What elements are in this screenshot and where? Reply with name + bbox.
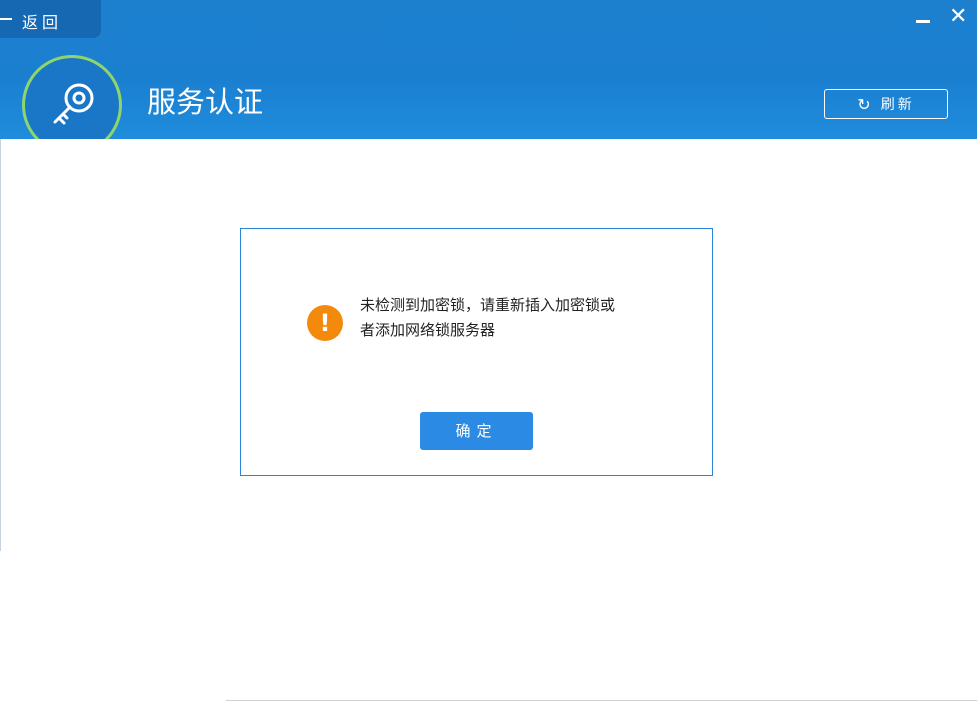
warning-icon: ! [307,305,343,341]
refresh-button[interactable]: ↻ 刷新 [824,89,948,119]
bottom-divider [226,700,977,701]
minimize-icon[interactable] [916,20,930,23]
alert-message: 未检测到加密锁，请重新插入加密锁或 者添加网络锁服务器 [360,293,680,343]
back-label: 返回 [22,13,63,32]
alert-dialog: ! 未检测到加密锁，请重新插入加密锁或 者添加网络锁服务器 确定 [240,228,713,476]
back-button[interactable]: 返回 [0,0,101,38]
ok-button[interactable]: 确定 [420,412,533,450]
refresh-label: 刷新 [880,97,915,113]
refresh-icon: ↻ [857,94,871,114]
alert-message-line1: 未检测到加密锁，请重新插入加密锁或 [360,296,616,314]
page-title: 服务认证 [147,85,264,119]
logo [22,55,122,139]
close-icon[interactable]: ✕ [949,6,967,28]
alert-message-line2: 者添加网络锁服务器 [360,321,496,339]
key-icon [53,83,94,125]
left-divider [0,139,1,551]
header-bar: 返回 ✕ 服务认证 ↻ 刷新 [0,0,977,139]
back-arrow-icon [0,18,12,20]
